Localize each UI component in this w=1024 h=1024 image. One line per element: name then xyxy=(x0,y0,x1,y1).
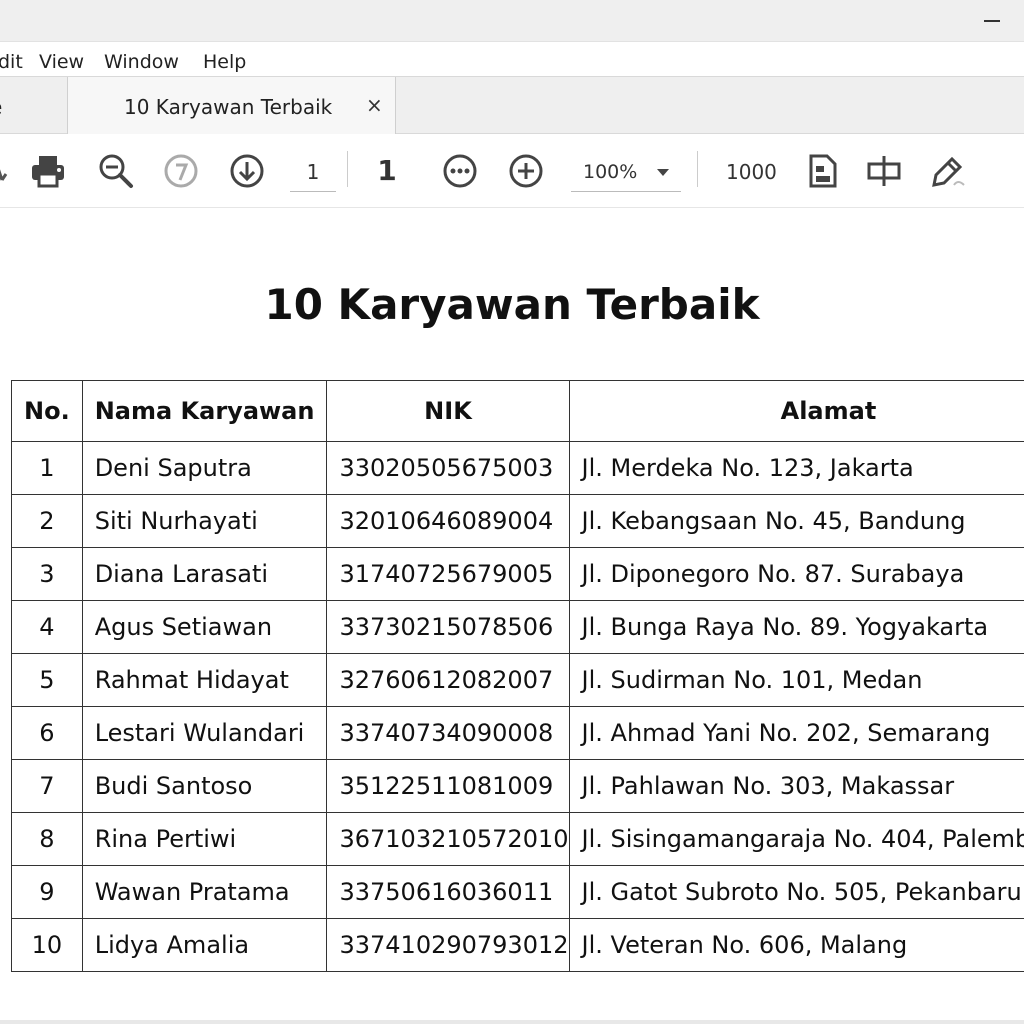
cell-nik: 32760612082007 xyxy=(326,653,570,707)
header-nik: NIK xyxy=(326,380,570,442)
cell-name: Wawan Pratama xyxy=(81,865,328,919)
menu-help[interactable]: Help xyxy=(203,51,246,73)
header-no: No. xyxy=(11,380,83,442)
cell-no: 7 xyxy=(11,759,83,813)
toolbar-divider-2 xyxy=(697,151,698,187)
split-view-icon[interactable] xyxy=(864,152,904,190)
cell-name: Rahmat Hidayat xyxy=(81,653,328,707)
menu-view[interactable]: View xyxy=(39,51,84,73)
title-bar xyxy=(0,0,1024,42)
cell-no: 9 xyxy=(11,865,83,919)
edit-icon[interactable] xyxy=(926,152,968,190)
zoom-value: 100% xyxy=(583,161,638,183)
partial-icon[interactable] xyxy=(0,152,8,190)
zoom-out-icon[interactable] xyxy=(96,152,136,190)
menu-edit[interactable]: dit xyxy=(0,51,23,73)
header-address: Alamat xyxy=(568,380,1024,442)
tab-active[interactable]: 10 Karyawan Terbaik × xyxy=(68,77,396,135)
minimize-icon[interactable] xyxy=(984,20,1000,22)
table-row: 4 Agus Setiawan 33730215078506 Jl. Bunga Ra… xyxy=(11,600,1024,654)
cell-address: Jl. Pahlawan No. 303, Makassar xyxy=(568,759,1024,813)
cell-nik: 33730215078506 xyxy=(326,600,570,654)
tab-bar: e 10 Karyawan Terbaik × xyxy=(0,76,1024,135)
cell-nik: 337410290793012 xyxy=(326,918,570,972)
zoom-select[interactable]: 100% xyxy=(571,152,681,192)
cell-name: Rina Pertiwi xyxy=(81,812,328,866)
tab-previous-label: e xyxy=(0,95,2,119)
document-title: 10 Karyawan Terbaik xyxy=(264,280,760,329)
table-row: 9 Wawan Pratama 33750616036011 Jl. Gatot Su… xyxy=(11,865,1024,919)
cell-no: 10 xyxy=(11,918,83,972)
cell-address: Jl. Kebangsaan No. 45, Bandung xyxy=(568,494,1024,548)
cell-no: 6 xyxy=(11,706,83,760)
cell-address: Jl. Gatot Subroto No. 505, Pekanbaru xyxy=(568,865,1024,919)
zoom-in-icon[interactable] xyxy=(506,152,546,190)
table-row: 8 Rina Pertiwi 367103210572010 Jl. Sisingam… xyxy=(11,812,1024,866)
status-strip xyxy=(0,1020,1024,1024)
cell-name: Lestari Wulandari xyxy=(81,706,328,760)
download-icon[interactable] xyxy=(227,152,267,190)
fit-page-icon[interactable] xyxy=(804,152,842,190)
cell-name: Diana Larasati xyxy=(81,547,328,601)
cell-address: Jl. Diponegoro No. 87. Surabaya xyxy=(568,547,1024,601)
cell-name: Deni Saputra xyxy=(81,441,328,495)
cell-nik: 33740734090008 xyxy=(326,706,570,760)
tab-title: 10 Karyawan Terbaik xyxy=(124,95,333,119)
table-row: 5 Rahmat Hidayat 32760612082007 Jl. Sudirma… xyxy=(11,653,1024,707)
header-name: Nama Karyawan xyxy=(81,380,328,442)
cell-address: Jl. Merdeka No. 123, Jakarta xyxy=(568,441,1024,495)
menu-window[interactable]: Window xyxy=(104,51,179,73)
menu-bar: dit View Window Help xyxy=(0,42,1024,76)
cell-name: Agus Setiawan xyxy=(81,600,328,654)
cell-name: Siti Nurhayati xyxy=(81,494,328,548)
total-pages: 1 xyxy=(377,154,397,187)
cell-no: 5 xyxy=(11,653,83,707)
cell-nik: 367103210572010 xyxy=(326,812,570,866)
cell-no: 8 xyxy=(11,812,83,866)
table-row: 10 Lidya Amalia 337410290793012 Jl. Veteran… xyxy=(11,918,1024,972)
document-view: 10 Karyawan Terbaik No. Nama Karyawan NI… xyxy=(0,208,1024,1024)
print-icon[interactable] xyxy=(28,152,68,190)
table-header-row: No. Nama Karyawan NIK Alamat xyxy=(11,380,1024,442)
cell-name: Budi Santoso xyxy=(81,759,328,813)
page-number-input[interactable] xyxy=(290,152,336,192)
cell-nik: 35122511081009 xyxy=(326,759,570,813)
table-row: 6 Lestari Wulandari 33740734090008 Jl. Ahma… xyxy=(11,706,1024,760)
cell-address: Jl. Sisingamangaraja No. 404, Palembang xyxy=(568,812,1024,866)
cell-address: Jl. Sudirman No. 101, Medan xyxy=(568,653,1024,707)
cell-address: Jl. Veteran No. 606, Malang xyxy=(568,918,1024,972)
chevron-down-icon xyxy=(657,169,669,176)
cell-no: 3 xyxy=(11,547,83,601)
table-row: 3 Diana Larasati 31740725679005 Jl. Diponeg… xyxy=(11,547,1024,601)
cell-no: 4 xyxy=(11,600,83,654)
cell-nik: 33750616036011 xyxy=(326,865,570,919)
cell-no: 1 xyxy=(11,441,83,495)
cell-nik: 33020505675003 xyxy=(326,441,570,495)
cell-no: 2 xyxy=(11,494,83,548)
table-row: 7 Budi Santoso 35122511081009 Jl. Pahlawan … xyxy=(11,759,1024,813)
page-count-value: 1000 xyxy=(726,160,777,184)
toolbar-divider xyxy=(347,151,348,187)
rotate-icon[interactable] xyxy=(162,152,200,190)
cell-nik: 32010646089004 xyxy=(326,494,570,548)
cell-address: Jl. Bunga Raya No. 89. Yogyakarta xyxy=(568,600,1024,654)
table-row: 1 Deni Saputra 33020505675003 Jl. Merdeka N… xyxy=(11,441,1024,495)
more-icon[interactable] xyxy=(440,152,480,190)
tab-previous[interactable]: e xyxy=(0,77,68,134)
table-row: 2 Siti Nurhayati 32010646089004 Jl. Kebangs… xyxy=(11,494,1024,548)
employee-table: No. Nama Karyawan NIK Alamat 1 Deni Saput… xyxy=(11,380,1024,972)
tab-close-icon[interactable]: × xyxy=(366,93,383,117)
cell-name: Lidya Amalia xyxy=(81,918,328,972)
cell-address: Jl. Ahmad Yani No. 202, Semarang xyxy=(568,706,1024,760)
cell-nik: 31740725679005 xyxy=(326,547,570,601)
